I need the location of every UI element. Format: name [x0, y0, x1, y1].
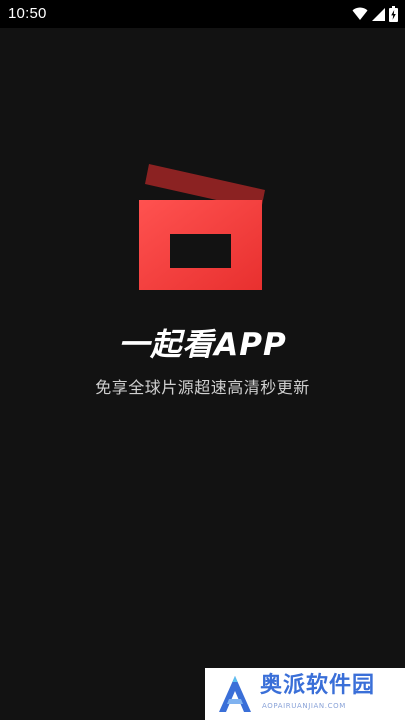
clapperboard-logo: [139, 158, 267, 292]
aopai-logo-icon: [217, 674, 253, 718]
battery-icon: [389, 6, 398, 22]
status-time: 10:50: [8, 5, 47, 22]
watermark-url: AOPAIRUANJIAN.COM: [262, 702, 346, 710]
app-title: 一起看APP: [118, 327, 287, 363]
status-icons: [352, 5, 398, 23]
wifi-icon: [352, 7, 368, 21]
status-bar: 10:50: [0, 0, 405, 28]
app-slogan: 免享全球片源超速高清秒更新: [95, 378, 310, 397]
watermark: 奥派软件园 AOPAIRUANJIAN.COM: [205, 668, 405, 720]
signal-icon: [372, 7, 385, 21]
watermark-name: 奥派软件园: [260, 673, 376, 698]
